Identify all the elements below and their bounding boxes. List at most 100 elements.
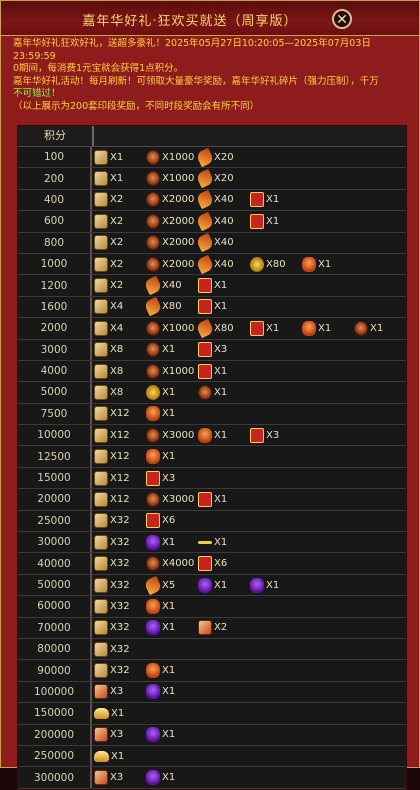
reward-item[interactable]: X40 — [195, 232, 250, 253]
reward-item[interactable]: X12 — [94, 489, 146, 509]
reward-item[interactable]: X32 — [94, 639, 146, 659]
reward-item[interactable]: X2 — [94, 211, 146, 231]
reward-item[interactable]: X1 — [198, 425, 250, 445]
reward-item[interactable]: X6 — [146, 511, 198, 531]
reward-item[interactable]: X1 — [198, 275, 250, 295]
reward-item[interactable]: X2 — [94, 233, 146, 253]
reward-item[interactable]: X40 — [195, 254, 250, 274]
reward-item[interactable]: X32 — [94, 511, 146, 531]
reward-quantity: X8 — [110, 386, 124, 398]
reward-item[interactable]: X2 — [198, 618, 250, 638]
reward-item[interactable]: X2000 — [146, 233, 198, 253]
close-button[interactable]: ✕ — [332, 9, 352, 29]
reward-quantity: X1 — [214, 536, 228, 548]
table-row: 15000 X12 X3 — [18, 467, 406, 490]
scroll-red-icon — [94, 770, 108, 786]
reward-item[interactable]: X1 — [146, 660, 198, 680]
table-body: 100 X1 X1000 X20 200 X1 X1000 X20 400 X2 X2000 X40 X… — [18, 147, 406, 789]
reward-item[interactable]: X2 — [94, 190, 146, 210]
reward-item[interactable]: X32 — [94, 618, 146, 638]
reward-item[interactable]: X1 — [198, 297, 250, 317]
reward-item[interactable]: X1 — [198, 361, 250, 381]
reward-item[interactable]: X2 — [94, 275, 146, 295]
reward-item[interactable]: X1 — [146, 404, 198, 424]
reward-item[interactable]: X1 — [146, 446, 198, 466]
reward-item[interactable]: X1 — [94, 168, 146, 188]
reward-item[interactable]: X40 — [195, 190, 250, 210]
reward-item[interactable]: X2000 — [146, 254, 198, 274]
reward-item[interactable]: X1000 — [146, 361, 198, 381]
reward-item[interactable]: X1 — [250, 190, 302, 210]
reward-item[interactable]: X1 — [94, 147, 146, 167]
reward-item[interactable]: X1 — [146, 725, 198, 745]
reward-item[interactable]: X1 — [146, 532, 198, 552]
reward-item[interactable]: X4000 — [146, 553, 198, 573]
reward-item[interactable]: X12 — [94, 446, 146, 466]
reward-item[interactable]: X3 — [250, 425, 302, 445]
reward-item[interactable]: X1 — [146, 340, 198, 360]
reward-item[interactable]: X1 — [198, 382, 250, 402]
rewards-cell: X2 X2000 X40 X1 — [94, 190, 302, 210]
reward-item[interactable]: X3 — [94, 682, 146, 702]
reward-item[interactable]: X1 — [198, 532, 250, 552]
reward-item[interactable]: X40 — [143, 275, 198, 296]
reward-item[interactable]: X1 — [94, 746, 146, 766]
reward-item[interactable]: X1000 — [146, 318, 198, 338]
reward-item[interactable]: X1 — [146, 618, 198, 638]
reward-quantity: X2000 — [162, 237, 195, 249]
reward-item[interactable]: X6 — [198, 553, 250, 573]
reward-item[interactable]: X2000 — [146, 211, 198, 231]
reward-quantity: X32 — [110, 558, 130, 570]
reward-item[interactable]: X1 — [354, 318, 406, 338]
reward-item[interactable]: X1 — [250, 211, 302, 231]
reward-item[interactable]: X32 — [94, 660, 146, 680]
reward-item[interactable]: X2 — [94, 254, 146, 274]
reward-item[interactable]: X5 — [143, 575, 198, 595]
reward-item[interactable]: X32 — [94, 532, 146, 552]
reward-item[interactable]: X1 — [250, 318, 302, 338]
reward-item[interactable]: X32 — [94, 575, 146, 595]
reward-item[interactable]: X1 — [146, 382, 198, 402]
score-cell: 10000 — [18, 425, 92, 446]
reward-quantity: X1 — [370, 322, 384, 334]
reward-item[interactable]: X20 — [195, 147, 250, 167]
reward-item[interactable]: X80 — [143, 297, 198, 317]
reward-item[interactable]: X80 — [250, 254, 302, 274]
reward-item[interactable]: X2000 — [146, 190, 198, 210]
reward-item[interactable]: X3 — [94, 725, 146, 745]
reward-item[interactable]: X1 — [146, 682, 198, 702]
reward-item[interactable]: X4 — [94, 318, 146, 338]
reward-quantity: X2 — [214, 622, 228, 634]
reward-item[interactable]: X1 — [302, 254, 354, 274]
reward-item[interactable]: X8 — [94, 340, 146, 360]
reward-item[interactable]: X1 — [198, 489, 250, 509]
reward-item[interactable]: X8 — [94, 361, 146, 381]
reward-item[interactable]: X4 — [94, 297, 146, 317]
reward-item[interactable]: X3 — [94, 767, 146, 787]
reward-item[interactable]: X20 — [195, 168, 250, 189]
reward-item[interactable]: X3000 — [146, 425, 198, 445]
reward-item[interactable]: X32 — [94, 596, 146, 616]
reward-item[interactable]: X1 — [94, 703, 146, 723]
reward-item[interactable]: X1 — [146, 767, 198, 787]
orange-bag-icon — [146, 449, 160, 465]
reward-quantity: X1000 — [162, 173, 195, 185]
reward-item[interactable]: X3 — [146, 468, 198, 488]
reward-item[interactable]: X12 — [94, 425, 146, 445]
reward-item[interactable]: X1 — [250, 575, 302, 595]
reward-item[interactable]: X1000 — [146, 147, 198, 167]
reward-item[interactable]: X1 — [146, 596, 198, 616]
reward-item[interactable]: X1000 — [146, 168, 198, 188]
reward-item[interactable]: X8 — [94, 382, 146, 402]
reward-item[interactable]: X80 — [195, 318, 250, 339]
reward-item[interactable]: X3 — [198, 340, 250, 360]
reward-item[interactable]: X3000 — [146, 489, 198, 509]
reward-quantity: X3 — [162, 472, 176, 484]
table-row: 10000 X12 X3000 X1 X3 — [18, 425, 406, 447]
reward-item[interactable]: X1 — [302, 318, 354, 338]
reward-item[interactable]: X32 — [94, 553, 146, 573]
reward-item[interactable]: X12 — [94, 468, 146, 488]
reward-item[interactable]: X1 — [198, 575, 250, 595]
reward-item[interactable]: X40 — [195, 211, 250, 232]
reward-item[interactable]: X12 — [94, 404, 146, 424]
